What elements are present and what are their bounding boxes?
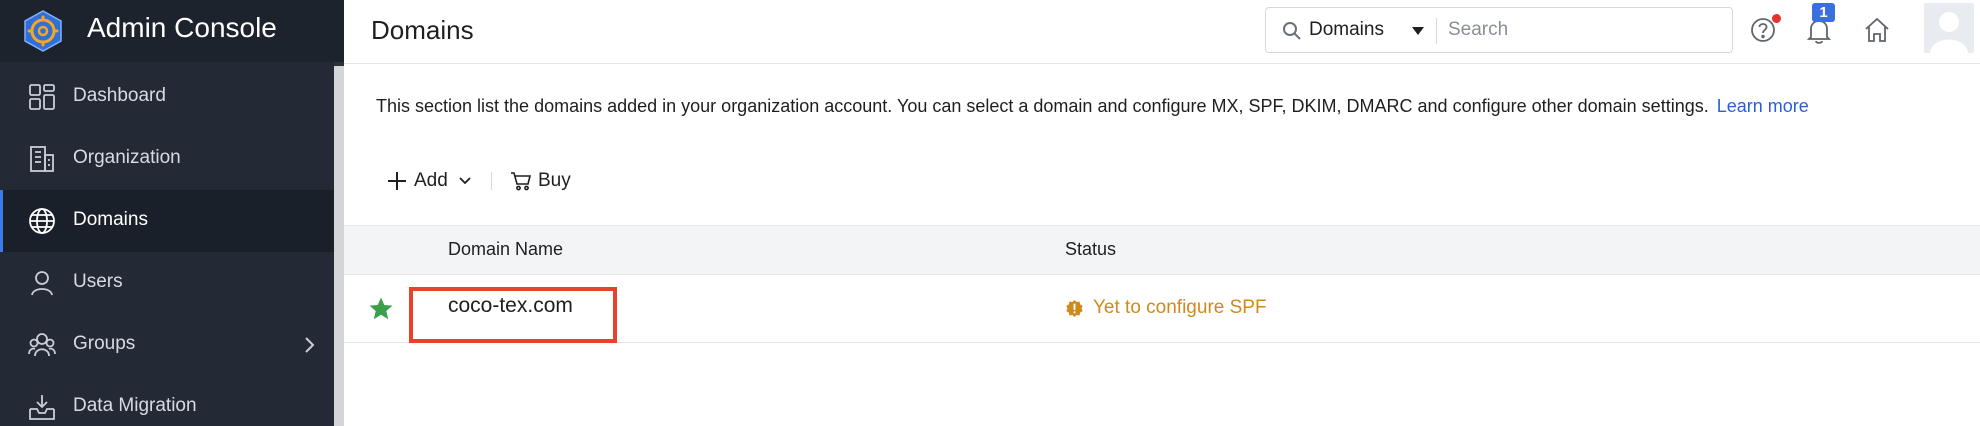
sidebar-item-label: Dashboard <box>73 85 166 106</box>
search-box: Domains <box>1265 7 1733 53</box>
app-title: Admin Console <box>87 12 277 43</box>
description-text: This section list the domains added in y… <box>376 96 1709 116</box>
sidebar-item-label: Organization <box>73 147 181 168</box>
help-alert-dot <box>1772 14 1781 23</box>
sidebar-item-organization[interactable]: Organization <box>0 128 334 190</box>
warning-badge-icon <box>1066 299 1083 317</box>
top-bar: Domains Domains 1 <box>344 0 1980 64</box>
sidebar-item-label: Users <box>73 271 123 292</box>
sidebar-item-groups[interactable]: Groups <box>0 314 334 376</box>
primary-domain-star-icon <box>369 297 393 320</box>
home-icon[interactable] <box>1863 16 1891 44</box>
sidebar-item-data-migration[interactable]: Data Migration <box>0 376 334 426</box>
section-description: This section list the domains added in y… <box>376 96 1809 117</box>
dashboard-icon <box>29 84 55 110</box>
group-icon <box>28 333 56 357</box>
domain-status[interactable]: Yet to configure SPF <box>1065 297 1267 319</box>
learn-more-link[interactable]: Learn more <box>1717 96 1809 116</box>
sidebar-item-users[interactable]: Users <box>0 252 334 314</box>
sidebar-item-domains[interactable]: Domains <box>0 190 334 252</box>
avatar[interactable] <box>1924 3 1974 53</box>
notification-count-badge: 1 <box>1812 3 1835 22</box>
sidebar-scrollbar-thumb[interactable] <box>334 66 344 426</box>
cart-icon <box>511 172 532 191</box>
search-scope-dropdown[interactable]: Domains <box>1309 19 1384 41</box>
sidebar-item-label: Data Migration <box>73 395 197 416</box>
sidebar-item-label: Groups <box>73 333 136 354</box>
domains-table-header: Domain Name Status <box>344 225 1980 275</box>
search-divider <box>1436 18 1437 44</box>
plus-icon <box>388 172 406 190</box>
add-button[interactable]: Add <box>386 168 472 194</box>
globe-icon <box>29 208 55 234</box>
column-header-status[interactable]: Status <box>1065 239 1116 260</box>
highlight-box <box>409 287 617 343</box>
add-button-label: Add <box>414 170 448 191</box>
building-icon <box>30 146 54 172</box>
inbox-download-icon <box>29 395 55 420</box>
user-icon <box>31 271 53 296</box>
table-row[interactable]: coco-tex.com Yet to configure SPF <box>344 275 1980 343</box>
default-avatar-icon <box>1930 12 1968 53</box>
column-header-domain-name[interactable]: Domain Name <box>448 239 563 260</box>
buy-button-label: Buy <box>538 170 571 191</box>
status-text: Yet to configure SPF <box>1093 297 1267 318</box>
search-icon <box>1283 22 1301 40</box>
sidebar-item-label: Domains <box>73 209 148 230</box>
sidebar-header: Admin Console <box>0 0 344 62</box>
buy-button[interactable]: Buy <box>510 168 571 194</box>
caret-down-icon[interactable] <box>1412 27 1424 35</box>
sidebar-item-dashboard[interactable]: Dashboard <box>0 66 334 128</box>
search-input[interactable] <box>1448 14 1718 46</box>
toolbar-divider <box>491 172 492 190</box>
admin-gear-logo-icon <box>24 10 62 52</box>
page-title: Domains <box>371 15 474 45</box>
chevron-down-icon <box>459 177 471 185</box>
chevron-right-icon <box>305 337 315 353</box>
